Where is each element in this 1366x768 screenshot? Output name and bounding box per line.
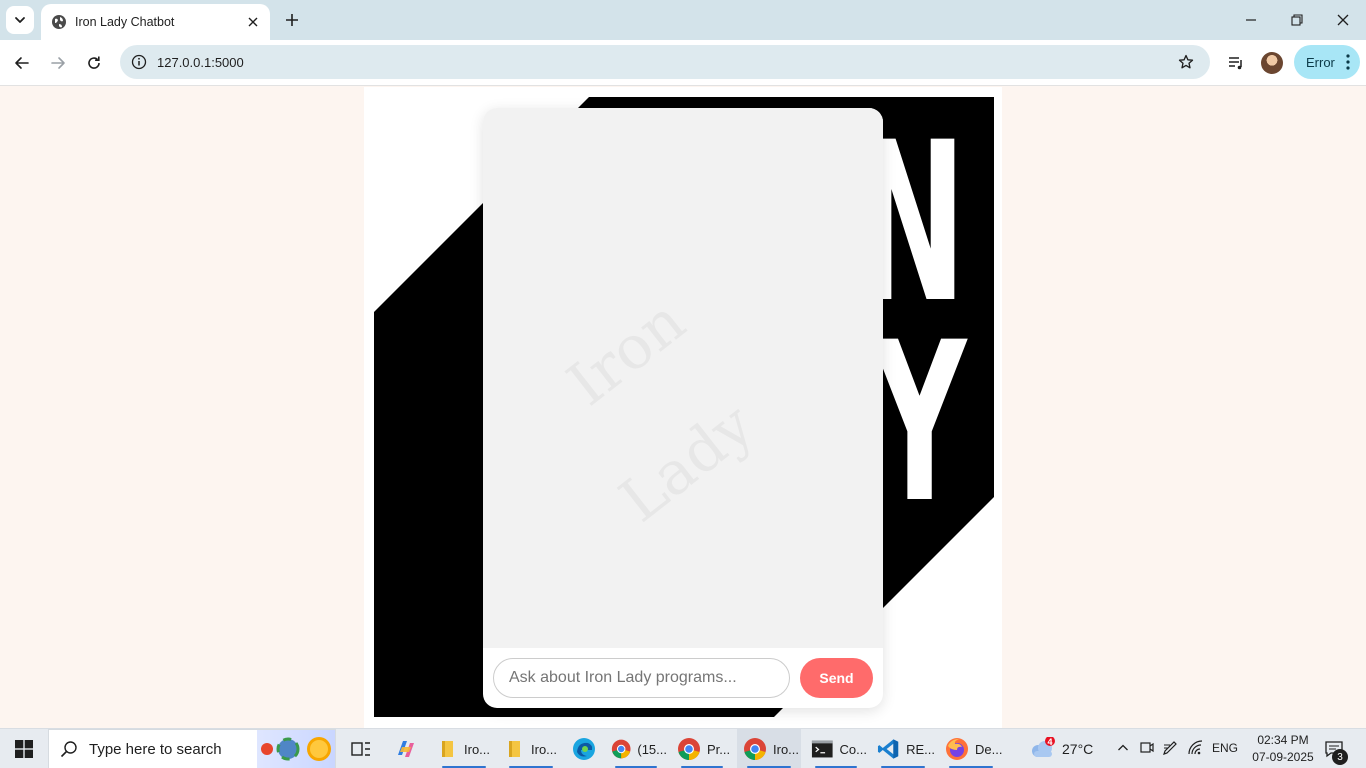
chat-container: Iron Lady Send	[483, 108, 883, 708]
star-icon	[1178, 54, 1194, 69]
pen-icon	[1163, 741, 1177, 755]
meet-now-icon	[1140, 742, 1154, 753]
taskbar-app-label: Pr...	[707, 741, 731, 757]
show-hidden-icons-button[interactable]	[1113, 738, 1133, 758]
url-text[interactable]: 127.0.0.1:5000	[157, 55, 244, 70]
playlist-icon	[1229, 57, 1242, 70]
taskbar-app-firefox[interactable]: De...	[939, 729, 1003, 768]
more-vert-icon	[1346, 54, 1350, 70]
media-controls-button[interactable]	[1224, 51, 1248, 75]
chevron-up-icon	[1118, 744, 1128, 751]
clock[interactable]: 02:34 PM 07-09-2025	[1250, 732, 1316, 766]
site-info-button[interactable]	[122, 45, 156, 79]
send-button[interactable]: Send	[800, 658, 873, 698]
wifi-icon	[1188, 740, 1203, 755]
tab-search-button[interactable]	[6, 6, 34, 34]
taskbar-search[interactable]: Type here to search	[48, 729, 336, 768]
bookmark-button[interactable]	[1176, 52, 1196, 72]
taskbar-app-label: Co...	[839, 741, 867, 757]
page-content: IRON LADY Iron Lady Send	[0, 87, 1366, 728]
arrow-left-icon	[15, 57, 29, 69]
taskbar-app-file-explorer[interactable]: Iro...	[432, 729, 496, 768]
folder-icon	[509, 741, 520, 757]
weather-temperature: 27°C	[1062, 741, 1094, 757]
chrome-icon	[611, 739, 631, 759]
profile-error-button[interactable]: Error	[1294, 45, 1360, 79]
taskbar-app-label: Iro...	[464, 741, 491, 757]
reload-button[interactable]	[80, 49, 108, 77]
error-label: Error	[1306, 54, 1335, 70]
search-highlight-art	[257, 730, 335, 768]
restore-button[interactable]	[1274, 0, 1320, 40]
edge-icon	[573, 738, 595, 760]
taskbar-app-chrome-1[interactable]: (15...	[605, 729, 667, 768]
copilot-icon	[398, 741, 414, 757]
chat-input[interactable]	[493, 658, 790, 698]
taskbar-app-terminal[interactable]: Co...	[805, 729, 867, 768]
taskbar-app-chrome-2[interactable]: Pr...	[671, 729, 733, 768]
taskbar-app-label: RE...	[906, 741, 935, 757]
close-icon	[1337, 14, 1349, 26]
clock-time: 02:34 PM	[1257, 733, 1309, 747]
taskbar-app-edge[interactable]	[566, 729, 602, 768]
folder-icon	[442, 741, 453, 757]
minimize-button[interactable]	[1228, 0, 1274, 40]
new-tab-button[interactable]	[280, 8, 304, 32]
weather-badge: 4	[1047, 737, 1053, 747]
taskbar-search-placeholder: Type here to search	[89, 740, 222, 758]
back-button[interactable]	[8, 49, 36, 77]
firefox-icon	[946, 738, 968, 760]
weather-widget[interactable]: 4 27°C	[1028, 729, 1093, 768]
forward-button[interactable]	[44, 49, 72, 77]
close-window-button[interactable]	[1320, 0, 1366, 40]
tab-strip: Iron Lady Chatbot	[0, 0, 1366, 40]
terminal-icon	[811, 740, 833, 758]
tab-close-button[interactable]	[244, 13, 262, 31]
restore-icon	[1291, 14, 1303, 26]
clock-date: 07-09-2025	[1252, 750, 1314, 764]
close-icon	[248, 17, 258, 27]
taskbar-app-vscode[interactable]: RE...	[871, 729, 935, 768]
globe-icon	[52, 15, 66, 29]
tray-device-button[interactable]	[1137, 738, 1157, 758]
taskbar-app-file-explorer-2[interactable]: Iro...	[499, 729, 563, 768]
taskbar-app-chrome-3[interactable]: Iro...	[737, 729, 801, 768]
taskbar: Type here to search Iro... Iro... (15...…	[0, 728, 1366, 768]
plus-icon	[286, 14, 298, 26]
chrome-icon	[678, 738, 700, 760]
chat-messages-area[interactable]: Iron Lady	[483, 108, 883, 648]
chevron-down-icon	[15, 17, 25, 23]
taskbar-app-label: (15...	[637, 741, 667, 757]
notification-count-badge: 3	[1332, 749, 1348, 765]
language-indicator[interactable]: ENG	[1212, 741, 1238, 755]
search-icon	[49, 740, 89, 758]
watermark-iron: Iron	[555, 286, 698, 419]
taskbar-app-copilot[interactable]	[388, 729, 424, 768]
start-button[interactable]	[0, 729, 48, 768]
tab-iron-lady-chatbot[interactable]: Iron Lady Chatbot	[41, 4, 270, 40]
address-bar[interactable]: 127.0.0.1:5000	[120, 45, 1210, 79]
browser-toolbar: 127.0.0.1:5000 Error	[0, 40, 1366, 86]
reload-icon	[88, 56, 100, 69]
windows-icon	[15, 740, 33, 758]
taskbar-app-label: De...	[975, 741, 1003, 757]
chrome-icon	[744, 738, 766, 760]
task-view-button[interactable]	[345, 733, 377, 765]
arrow-right-icon	[51, 57, 65, 69]
info-icon	[131, 54, 147, 70]
network-button[interactable]	[1186, 738, 1206, 758]
task-view-icon	[351, 742, 370, 756]
tab-title: Iron Lady Chatbot	[75, 15, 175, 29]
taskbar-app-label: Iro...	[773, 741, 800, 757]
tray-input-button[interactable]	[1160, 738, 1180, 758]
watermark-lady: Lady	[607, 390, 767, 536]
profile-avatar[interactable]	[1261, 52, 1283, 74]
taskbar-app-label: Iro...	[531, 741, 558, 757]
minimize-icon	[1246, 19, 1256, 21]
vscode-icon	[877, 739, 899, 759]
